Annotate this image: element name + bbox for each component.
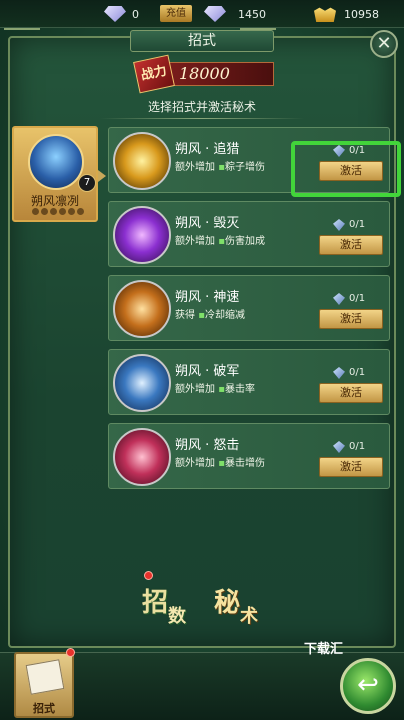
strike-skill-icon <box>113 428 171 486</box>
skill-row: 朔风 · 怒击 额外增加 ▪暴击增伤 0/1 激活 <box>108 423 390 489</box>
skill-name: 朔风 · 怒击 <box>175 438 240 453</box>
activate-button[interactable]: 激活 <box>319 383 383 403</box>
combat-power: 18000 战力 <box>133 54 276 94</box>
diamond-b-value: 1450 <box>238 7 266 21</box>
destroy-skill-icon <box>113 206 171 264</box>
skills-tab-big: 招 <box>142 588 169 618</box>
notification-dot <box>66 648 75 657</box>
pointer-arrow-icon <box>98 170 106 182</box>
skill-desc: 获得 ▪冷却缩减 <box>175 310 245 321</box>
tab-skill[interactable]: 招式 <box>14 652 74 718</box>
gem-icon <box>333 293 345 305</box>
divider <box>100 118 304 119</box>
skill-desc: 额外增加 ▪暴击率 <box>175 384 255 395</box>
hunt-skill-icon <box>113 132 171 190</box>
gem-icon <box>333 367 345 379</box>
watermark: 下载汇 <box>304 642 344 657</box>
skills-tab-small: 数 <box>168 606 186 627</box>
speed-skill-icon <box>113 280 171 338</box>
secret-tab-small: 术 <box>240 606 258 627</box>
power-tag: 战力 <box>133 54 175 94</box>
skill-count: 0/1 <box>349 219 366 230</box>
power-value: 18000 <box>166 62 274 86</box>
gold-ingot-icon <box>314 7 336 22</box>
skill-count: 0/1 <box>349 441 366 452</box>
skill-desc: 额外增加 ▪伤害加成 <box>175 236 265 247</box>
diamond-b: 1450 <box>204 5 266 23</box>
star-dots <box>32 208 84 215</box>
skill-row: 朔风 · 毁灭 额外增加 ▪伤害加成 0/1 激活 <box>108 201 390 267</box>
skill-name: 朔风 · 神速 <box>175 290 240 305</box>
skill-row: 朔风 · 神速 获得 ▪冷却缩减 0/1 激活 <box>108 275 390 341</box>
shield-skill-icon <box>113 354 171 412</box>
skill-name: 朔风 · 毁灭 <box>175 216 240 231</box>
selected-skill-card[interactable]: 7 朔风凛冽 <box>12 126 98 222</box>
activate-button[interactable]: 激活 <box>319 457 383 477</box>
tab-skill-label: 招式 <box>33 702 55 715</box>
activate-button[interactable]: 激活 <box>319 235 383 255</box>
diamond-icon <box>204 6 226 22</box>
skills-tab-button[interactable]: 招 数 <box>142 582 202 628</box>
diamond-a-value: 0 <box>132 7 139 21</box>
activate-button[interactable]: 激活 <box>319 309 383 329</box>
skill-name: 朔风 · 破军 <box>175 364 240 379</box>
secret-tab-big: 秘 <box>214 588 241 618</box>
close-button[interactable]: ✕ <box>370 30 398 58</box>
skill-row: 朔风 · 破军 额外增加 ▪暴击率 0/1 激活 <box>108 349 390 415</box>
book-icon <box>25 659 65 695</box>
notification-dot <box>144 571 153 580</box>
skill-count: 0/1 <box>349 293 366 304</box>
warrior-portrait-icon <box>28 134 84 190</box>
gem-icon <box>333 441 345 453</box>
skill-count: 0/1 <box>349 367 366 378</box>
skill-name: 朔风 · 追猎 <box>175 142 240 157</box>
gold: 10958 <box>314 5 379 23</box>
recharge-button[interactable]: 充值 <box>160 5 192 22</box>
diamond-icon <box>104 6 126 22</box>
frame-ornament <box>4 28 40 46</box>
panel-title: 招式 <box>130 30 274 52</box>
panel-subtitle: 选择招式并激活秘术 <box>147 100 256 114</box>
skill-desc: 额外增加 ▪粽子增伤 <box>175 162 265 173</box>
diamond-a: 0 <box>104 5 139 23</box>
level-badge: 7 <box>78 174 96 192</box>
selected-skill-name: 朔风凛冽 <box>30 194 79 208</box>
secret-tab-button[interactable]: 秘 术 <box>214 582 274 628</box>
gem-icon <box>333 219 345 231</box>
currency-bar: 0 充值 1450 10958 <box>0 0 404 28</box>
highlight-box <box>291 141 401 197</box>
gold-value: 10958 <box>344 7 379 21</box>
skill-desc: 额外增加 ▪暴击增伤 <box>175 458 265 469</box>
back-button[interactable]: ↩ <box>340 658 396 714</box>
